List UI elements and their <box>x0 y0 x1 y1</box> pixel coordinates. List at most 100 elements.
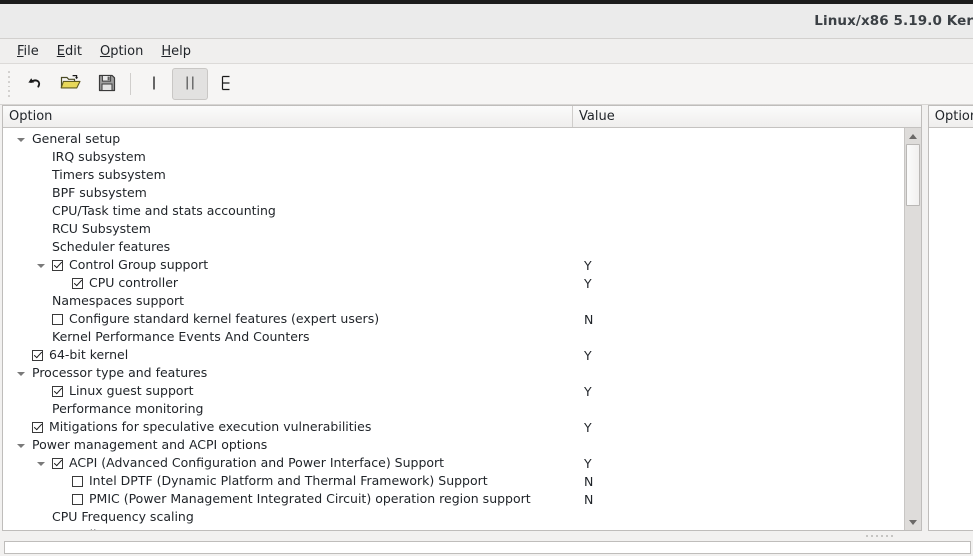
tree-row-label: Configure standard kernel features (expe… <box>69 311 380 326</box>
option-tree[interactable]: General setup IRQ subsystem Timers subsyst… <box>3 128 904 530</box>
right-pane-content[interactable] <box>928 128 973 530</box>
save-file-button[interactable] <box>89 68 125 100</box>
single-view-button[interactable] <box>136 68 172 100</box>
chevron-down-icon[interactable] <box>17 441 26 450</box>
tree-row[interactable]: CPU controller Y <box>3 274 904 292</box>
chevron-down-icon[interactable] <box>37 459 46 468</box>
tree-row[interactable]: General setup <box>3 130 904 148</box>
tree-row[interactable]: Mitigations for speculative execution vu… <box>3 418 904 436</box>
tree-row[interactable]: Performance monitoring <box>3 400 904 418</box>
tree-row[interactable]: ACPI (Advanced Configuration and Power I… <box>3 454 904 472</box>
tree-row[interactable]: CPU/Task time and stats accounting <box>3 202 904 220</box>
tree-row-label: General setup <box>32 131 121 146</box>
tree-row[interactable]: Scheduler features <box>3 238 904 256</box>
menu-option-mnemonic: O <box>99 43 111 59</box>
tree-row[interactable]: 64-bit kernel Y <box>3 346 904 364</box>
tree-arrow-spacer <box>37 171 46 180</box>
option-checkbox[interactable] <box>72 493 83 505</box>
scrollbar-thumb[interactable] <box>905 144 920 206</box>
tree-row[interactable]: CPU Idle <box>3 526 904 530</box>
full-view-button[interactable] <box>208 68 244 100</box>
tree-row-option-cell: CPU/Task time and stats accounting <box>37 202 276 220</box>
tree-row-value: Y <box>584 347 592 363</box>
tree-row-label: BPF subsystem <box>52 185 147 200</box>
menu-option[interactable]: Option <box>91 41 152 62</box>
single-view-icon <box>144 73 164 96</box>
tree-row-label: Kernel Performance Events And Counters <box>52 329 310 344</box>
column-header-option[interactable]: Option <box>3 106 573 127</box>
tree-row[interactable]: PMIC (Power Management Integrated Circui… <box>3 490 904 508</box>
chevron-down-icon[interactable] <box>17 369 26 378</box>
tree-row-option-cell: BPF subsystem <box>37 184 147 202</box>
scrollbar-track[interactable] <box>904 144 921 514</box>
split-view-button[interactable] <box>172 68 208 100</box>
menu-edit[interactable]: Edit <box>48 41 91 62</box>
tree-row-option-cell: Timers subsystem <box>37 166 166 184</box>
tree-arrow-spacer <box>37 315 46 324</box>
tree-row[interactable]: Intel DPTF (Dynamic Platform and Thermal… <box>3 472 904 490</box>
tree-row-label: CPU Idle <box>52 526 104 530</box>
tree-row-option-cell: Namespaces support <box>37 292 184 310</box>
scroll-up-arrow-icon[interactable] <box>904 128 921 144</box>
save-floppy-icon <box>97 73 117 96</box>
tree-arrow-spacer <box>37 387 46 396</box>
tree-row[interactable]: BPF subsystem <box>3 184 904 202</box>
menu-help[interactable]: Help <box>152 41 200 62</box>
menu-edit-label: dit <box>65 43 82 59</box>
tree-row-value: Y <box>584 419 592 435</box>
tree-row-value: Y <box>584 455 592 471</box>
tree-row-option-cell: Scheduler features <box>37 238 170 256</box>
chevron-down-icon[interactable] <box>37 261 46 270</box>
tree-row-label: Mitigations for speculative execution vu… <box>49 419 372 434</box>
tree-row-value: N <box>584 473 594 489</box>
tree-row-option-cell: Power management and ACPI options <box>17 436 267 454</box>
option-checkbox[interactable] <box>52 313 63 325</box>
help-text-pane[interactable] <box>4 541 971 554</box>
horizontal-splitter[interactable] <box>0 531 973 541</box>
tree-row[interactable]: Timers subsystem <box>3 166 904 184</box>
tree-row-option-cell: Control Group support <box>37 256 208 274</box>
tree-row[interactable]: Configure standard kernel features (expe… <box>3 310 904 328</box>
option-checkbox[interactable] <box>72 277 83 289</box>
splitter-grip <box>866 535 893 537</box>
option-checkbox[interactable] <box>32 421 43 433</box>
tree-row-option-cell: Intel DPTF (Dynamic Platform and Thermal… <box>57 472 488 490</box>
option-checkbox[interactable] <box>72 475 83 487</box>
tree-arrow-spacer <box>37 153 46 162</box>
tree-row[interactable]: Processor type and features <box>3 364 904 382</box>
scroll-down-arrow-icon[interactable] <box>904 514 921 530</box>
tree-row-option-cell: Configure standard kernel features (expe… <box>37 310 379 328</box>
tree-row[interactable]: CPU Frequency scaling <box>3 508 904 526</box>
tree-row-label: PMIC (Power Management Integrated Circui… <box>89 491 531 506</box>
tree-row-label: CPU controller <box>89 275 179 290</box>
tree-row[interactable]: Linux guest support Y <box>3 382 904 400</box>
tree-row-option-cell: Linux guest support <box>37 382 194 400</box>
tree-row[interactable]: RCU Subsystem <box>3 220 904 238</box>
tree-arrow-spacer <box>57 279 66 288</box>
open-file-button[interactable] <box>53 68 89 100</box>
right-column-header-option[interactable]: Option <box>929 106 973 127</box>
column-header-value[interactable]: Value <box>573 106 904 127</box>
tree-vertical-scrollbar[interactable] <box>903 128 921 530</box>
tree-row[interactable]: Control Group support Y <box>3 256 904 274</box>
undo-button[interactable] <box>17 68 53 100</box>
tree-row[interactable]: Kernel Performance Events And Counters <box>3 328 904 346</box>
tree-row-option-cell: CPU Idle <box>37 526 104 530</box>
menu-file[interactable]: File <box>8 41 48 62</box>
option-checkbox[interactable] <box>52 259 63 271</box>
pane-container: Option Value General setup IRQ subsystem T… <box>0 105 973 531</box>
tree-row-label: Scheduler features <box>52 239 171 254</box>
tree-row[interactable]: Power management and ACPI options <box>3 436 904 454</box>
tree-row[interactable]: Namespaces support <box>3 292 904 310</box>
tree-row-option-cell: Kernel Performance Events And Counters <box>37 328 310 346</box>
toolbar-drag-handle[interactable] <box>4 71 13 97</box>
chevron-down-icon[interactable] <box>17 135 26 144</box>
option-checkbox[interactable] <box>52 457 63 469</box>
tree-arrow-spacer <box>37 513 46 522</box>
tree-row-value: N <box>584 311 594 327</box>
tree-row[interactable]: IRQ subsystem <box>3 148 904 166</box>
option-checkbox[interactable] <box>32 349 43 361</box>
option-checkbox[interactable] <box>52 385 63 397</box>
tree-row-label: CPU/Task time and stats accounting <box>52 203 276 218</box>
option-tree-pane: Option Value General setup IRQ subsystem T… <box>2 105 922 531</box>
